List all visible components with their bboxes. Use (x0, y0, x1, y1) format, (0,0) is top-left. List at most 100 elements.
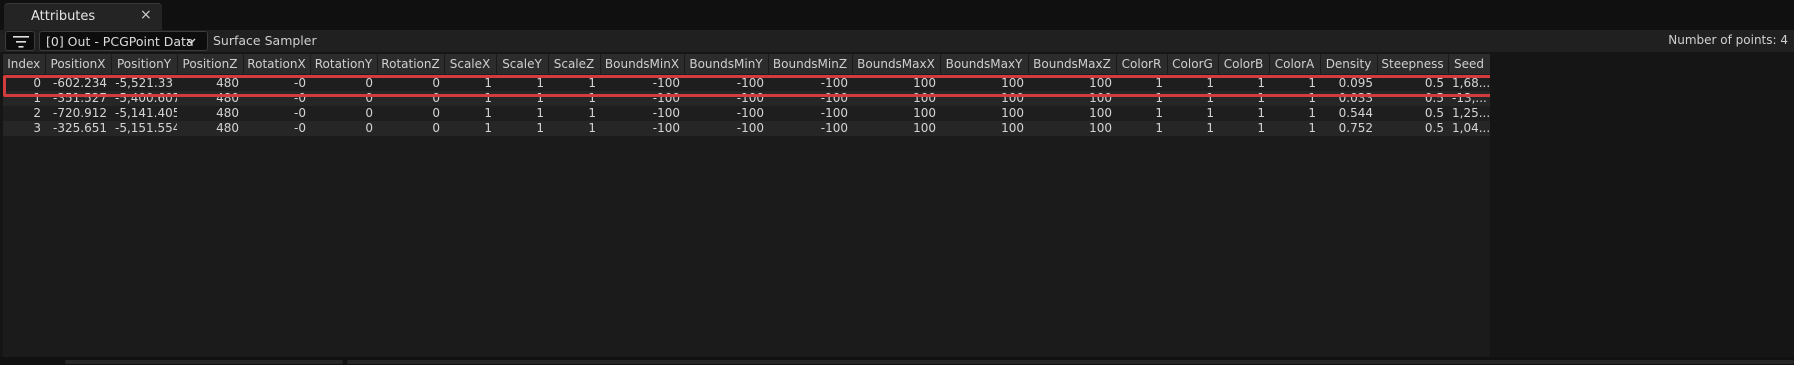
column-header-scalez[interactable]: ScaleZ (548, 54, 601, 74)
table-cell-boundsmaxy: 100 (1001, 91, 1024, 105)
table-cell-boundsmaxy: 100 (1001, 106, 1024, 120)
table-cell-colora: 1 (1308, 91, 1316, 105)
table-cell-colorg: 1 (1206, 76, 1214, 90)
table-cell-positiony: -5,141.405 (115, 106, 177, 120)
column-header-positionz[interactable]: PositionZ (177, 54, 244, 74)
table-cell-colorb: 1 (1257, 76, 1265, 90)
attribute-table-container[interactable]: Index PositionX PositionY PositionZ Rotation… (3, 54, 1491, 357)
empty-right-panel (1490, 54, 1794, 357)
table-row[interactable]: 2 -720.912 -5,141.405 480 -0 0 0 1 1 1 -100 -100 -10… (3, 106, 1490, 121)
table-cell-boundsmaxx: 100 (913, 121, 936, 135)
column-header-scalex[interactable]: ScaleX (444, 54, 497, 74)
table-cell-boundsminy: -100 (736, 76, 764, 90)
table-cell-colorb: 1 (1257, 91, 1265, 105)
column-header-positionx[interactable]: PositionX (45, 54, 112, 74)
column-header-seed[interactable]: Seed (1448, 54, 1491, 74)
filter-lines-icon (13, 36, 29, 48)
table-cell-colora: 1 (1308, 106, 1316, 120)
column-header-scaley[interactable]: ScaleY (496, 54, 549, 74)
table-cell-boundsmaxz: 100 (1089, 91, 1112, 105)
table-cell-colorg: 1 (1206, 121, 1214, 135)
table-cell-scalex: 1 (484, 91, 492, 105)
column-header-boundsminz[interactable]: BoundsMinZ (768, 54, 853, 74)
table-cell-boundsminz: -100 (820, 106, 848, 120)
column-header-steepness[interactable]: Steepness (1377, 54, 1449, 74)
table-cell-positionx: -602.234 (53, 76, 107, 90)
horizontal-scrollbar-left[interactable] (65, 360, 343, 364)
table-body: 0 -602.234 -5,521.33 480 -0 0 0 1 1 1 -100 -100 -100… (3, 74, 1490, 136)
table-cell-rotationy: 0 (365, 76, 373, 90)
column-header-boundsminx[interactable]: BoundsMinX (600, 54, 685, 74)
table-cell-boundsminz: -100 (820, 91, 848, 105)
horizontal-scrollbar-right[interactable] (347, 360, 1794, 364)
table-cell-rotationx: -0 (294, 121, 306, 135)
table-cell-colorb: 1 (1257, 121, 1265, 135)
table-cell-boundsminz: -100 (820, 76, 848, 90)
filter-button[interactable] (5, 31, 35, 51)
table-cell-boundsmaxz: 100 (1089, 106, 1112, 120)
table-cell-scaley: 1 (536, 121, 544, 135)
table-cell-seed: 1,68... (1452, 76, 1490, 90)
table-cell-scalex: 1 (484, 106, 492, 120)
column-header-rotationy[interactable]: RotationY (310, 54, 378, 74)
table-cell-colorb: 1 (1257, 106, 1265, 120)
table-cell-scaley: 1 (536, 106, 544, 120)
table-cell-steepness: 0.5 (1424, 76, 1444, 90)
column-header-rotationx[interactable]: RotationX (243, 54, 311, 74)
table-cell-boundsminx: -100 (652, 91, 680, 105)
table-cell-rotationz: 0 (432, 121, 440, 135)
table-cell-scalez: 1 (588, 76, 596, 90)
table-cell-colorr: 1 (1155, 106, 1163, 120)
table-cell-positionz: 480 (216, 121, 239, 135)
table-cell-boundsmaxx: 100 (913, 91, 936, 105)
table-cell-steepness: 0.5 (1424, 91, 1444, 105)
column-header-colora[interactable]: ColorA (1269, 54, 1321, 74)
table-cell-density: 0.095 (1338, 76, 1373, 90)
table-cell-index: 3 (33, 121, 41, 135)
table-cell-colora: 1 (1308, 121, 1316, 135)
table-cell-boundsmaxx: 100 (913, 106, 936, 120)
table-cell-rotationy: 0 (365, 106, 373, 120)
table-cell-boundsmaxx: 100 (913, 76, 936, 90)
table-row[interactable]: 1 -351.527 -5,400.607 480 -0 0 0 1 1 1 -100 -100 -10… (3, 91, 1490, 106)
column-header-boundsmaxy[interactable]: BoundsMaxY (940, 54, 1029, 74)
tab-title: Attributes (31, 9, 96, 24)
table-cell-seed: 1,04... (1452, 121, 1490, 135)
column-header-colorg[interactable]: ColorG (1167, 54, 1219, 74)
column-header-boundsmaxz[interactable]: BoundsMaxZ (1028, 54, 1117, 74)
table-cell-index: 1 (33, 91, 41, 105)
column-header-colorb[interactable]: ColorB (1218, 54, 1270, 74)
table-cell-steepness: 0.5 (1424, 121, 1444, 135)
table-row[interactable]: 3 -325.651 -5,151.554 480 -0 0 0 1 1 1 -100 -100 -10… (3, 121, 1490, 136)
attributes-panel: Attributes × [0] Out - PCGPoint Data Sur… (0, 0, 1794, 365)
column-header-rotationz[interactable]: RotationZ (377, 54, 445, 74)
node-name-label: Surface Sampler (213, 33, 317, 48)
table-cell-rotationz: 0 (432, 76, 440, 90)
table-cell-rotationy: 0 (365, 91, 373, 105)
column-header-boundsminy[interactable]: BoundsMinY (684, 54, 769, 74)
table-cell-rotationy: 0 (365, 121, 373, 135)
close-icon[interactable]: × (140, 7, 152, 23)
table-cell-seed: -13,... (1452, 91, 1487, 105)
table-cell-colorr: 1 (1155, 76, 1163, 90)
table-cell-colora: 1 (1308, 76, 1316, 90)
table-cell-colorr: 1 (1155, 121, 1163, 135)
table-cell-seed: 1,25... (1452, 106, 1490, 120)
column-header-positiony[interactable]: PositionY (111, 54, 178, 74)
table-cell-positiony: -5,151.554 (115, 121, 177, 135)
table-row[interactable]: 0 -602.234 -5,521.33 480 -0 0 0 1 1 1 -100 -100 -100… (3, 74, 1490, 91)
chevron-down-icon (186, 38, 196, 44)
table-cell-positionz: 480 (216, 76, 239, 90)
table-cell-boundsminx: -100 (652, 106, 680, 120)
table-cell-boundsminy: -100 (736, 106, 764, 120)
table-cell-boundsmaxz: 100 (1089, 76, 1112, 90)
table-cell-boundsmaxz: 100 (1089, 121, 1112, 135)
column-header-colorr[interactable]: ColorR (1116, 54, 1168, 74)
column-header-boundsmaxx[interactable]: BoundsMaxX (852, 54, 941, 74)
column-header-index[interactable]: Index (3, 54, 46, 74)
column-header-density[interactable]: Density (1320, 54, 1378, 74)
header-row: Index PositionX PositionY PositionZ Rotation… (3, 54, 1491, 74)
tab-attributes[interactable]: Attributes × (4, 3, 162, 30)
pin-data-dropdown[interactable]: [0] Out - PCGPoint Data (39, 31, 208, 51)
toolbar: [0] Out - PCGPoint Data Surface Sampler … (0, 30, 1794, 52)
